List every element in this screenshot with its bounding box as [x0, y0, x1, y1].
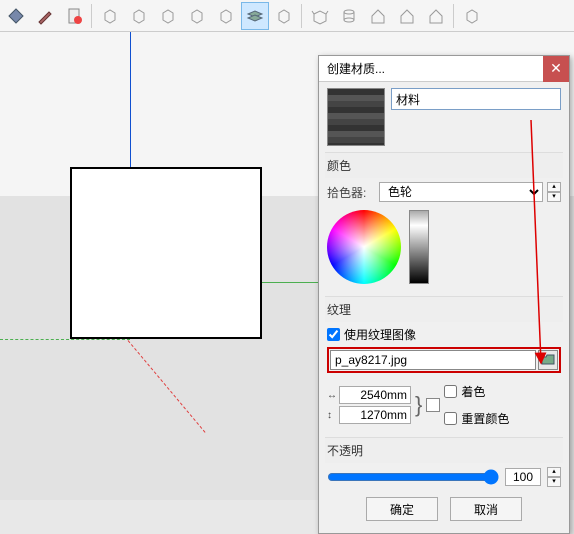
- colorize-label: 着色: [461, 383, 485, 400]
- dialog-title-text: 创建材质...: [327, 60, 385, 77]
- opacity-section-label: 不透明: [325, 437, 563, 463]
- tool-box-8[interactable]: [458, 2, 486, 30]
- picker-prev-button[interactable]: ▴: [547, 182, 561, 192]
- ok-button[interactable]: 确定: [366, 497, 438, 521]
- picker-arrows: ▴ ▾: [547, 182, 561, 202]
- value-slider[interactable]: [409, 210, 429, 284]
- axis-y-green-dashed: [0, 339, 130, 340]
- link-aspect-button[interactable]: [426, 398, 440, 412]
- tool-box-4[interactable]: [183, 2, 211, 30]
- picker-label: 拾色器:: [327, 184, 375, 201]
- opacity-input[interactable]: [505, 468, 541, 486]
- tool-cylinder[interactable]: [335, 2, 363, 30]
- opacity-down-button[interactable]: ▾: [547, 477, 561, 487]
- use-texture-checkbox[interactable]: [327, 328, 340, 341]
- cancel-button[interactable]: 取消: [450, 497, 522, 521]
- color-wheel[interactable]: [327, 210, 401, 284]
- width-icon: ↔: [327, 390, 337, 401]
- picker-select[interactable]: 色轮: [379, 182, 543, 202]
- colorize-row[interactable]: 着色: [444, 383, 509, 400]
- tool-box-3[interactable]: [154, 2, 182, 30]
- tool-paint-bucket[interactable]: [2, 2, 30, 30]
- model-face[interactable]: [70, 167, 262, 339]
- opacity-slider[interactable]: [327, 469, 499, 485]
- tool-info[interactable]: [60, 2, 88, 30]
- picker-next-button[interactable]: ▾: [547, 192, 561, 202]
- texture-file-row-highlighted: [327, 347, 561, 373]
- reset-color-checkbox[interactable]: [444, 412, 457, 425]
- tool-house-1[interactable]: [364, 2, 392, 30]
- browse-texture-button[interactable]: [538, 350, 558, 370]
- brace-icon: }: [415, 392, 422, 418]
- tool-box-6[interactable]: [270, 2, 298, 30]
- texture-file-input[interactable]: [330, 350, 536, 370]
- close-button[interactable]: ✕: [543, 56, 569, 82]
- toolbar-separator: [453, 4, 455, 28]
- create-material-dialog: 创建材质... ✕ 颜色 拾色器: 色轮 ▴ ▾ 纹理 使用纹理图像: [318, 55, 570, 534]
- tool-box-5[interactable]: [212, 2, 240, 30]
- toolbar-separator: [91, 4, 93, 28]
- axis-y-green-solid: [260, 282, 320, 283]
- color-section-label: 颜色: [325, 152, 563, 178]
- reset-color-label: 重置颜色: [461, 410, 509, 427]
- tool-brush[interactable]: [31, 2, 59, 30]
- tool-house-2[interactable]: [393, 2, 421, 30]
- texture-width-input[interactable]: [339, 386, 411, 404]
- main-toolbar: [0, 0, 574, 32]
- tool-layers[interactable]: [241, 2, 269, 30]
- folder-icon: [541, 353, 555, 367]
- reset-color-row[interactable]: 重置颜色: [444, 410, 509, 427]
- texture-section-label: 纹理: [325, 296, 563, 322]
- tool-box-1[interactable]: [96, 2, 124, 30]
- use-texture-label: 使用纹理图像: [344, 326, 416, 343]
- opacity-arrows: ▴ ▾: [547, 467, 561, 487]
- axis-x-red: [128, 340, 206, 433]
- material-name-input[interactable]: [391, 88, 561, 110]
- tool-house-3[interactable]: [422, 2, 450, 30]
- dialog-titlebar[interactable]: 创建材质... ✕: [319, 56, 569, 82]
- use-texture-checkbox-row[interactable]: 使用纹理图像: [327, 326, 561, 343]
- colorize-checkbox[interactable]: [444, 385, 457, 398]
- material-preview: [327, 88, 385, 146]
- height-icon: ↕: [327, 410, 337, 421]
- tool-box-2[interactable]: [125, 2, 153, 30]
- tool-open-box[interactable]: [306, 2, 334, 30]
- texture-height-input[interactable]: [339, 406, 411, 424]
- toolbar-separator: [301, 4, 303, 28]
- opacity-up-button[interactable]: ▴: [547, 467, 561, 477]
